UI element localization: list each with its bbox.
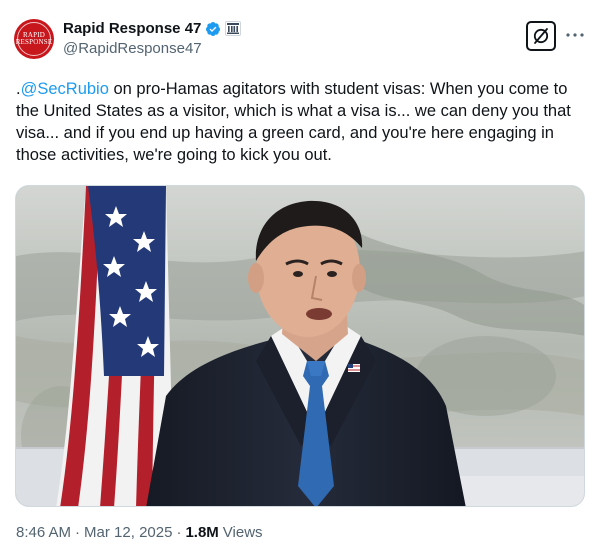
tweet-meta: 8:46 AM · Mar 12, 2025 · 1.8M Views xyxy=(16,524,263,541)
avatar[interactable]: RAPID RESPONSE xyxy=(14,19,54,59)
tweet-date[interactable]: Mar 12, 2025 xyxy=(84,524,172,541)
video-media[interactable] xyxy=(15,185,585,507)
mention-link[interactable]: @SecRubio xyxy=(21,80,109,98)
government-building-icon[interactable] xyxy=(225,21,242,36)
tweet-card: RAPID RESPONSE Rapid Response 47 @RapidR… xyxy=(0,0,600,556)
meta-separator: · xyxy=(176,524,182,541)
grok-button[interactable] xyxy=(526,21,556,51)
building-glyph xyxy=(227,23,240,34)
views-label: Views xyxy=(222,524,263,541)
more-button[interactable] xyxy=(564,25,586,45)
tweet-text: .@SecRubio on pro-Hamas agitators with s… xyxy=(16,78,586,166)
views-count: 1.8M xyxy=(185,524,219,541)
avatar-logo-text: RAPID RESPONSE xyxy=(15,31,53,47)
more-dots-icon xyxy=(566,33,584,37)
author-handle[interactable]: @RapidResponse47 xyxy=(63,40,202,57)
author-name-row: Rapid Response 47 xyxy=(63,20,242,37)
verified-badge-icon[interactable] xyxy=(205,21,221,37)
display-name[interactable]: Rapid Response 47 xyxy=(63,20,201,37)
avatar-text-line2: RESPONSE xyxy=(15,38,53,46)
meta-separator: · xyxy=(75,524,81,541)
grok-slash-icon xyxy=(533,28,549,44)
tweet-time[interactable]: 8:46 AM xyxy=(16,524,71,541)
video-frame-image xyxy=(16,186,584,506)
